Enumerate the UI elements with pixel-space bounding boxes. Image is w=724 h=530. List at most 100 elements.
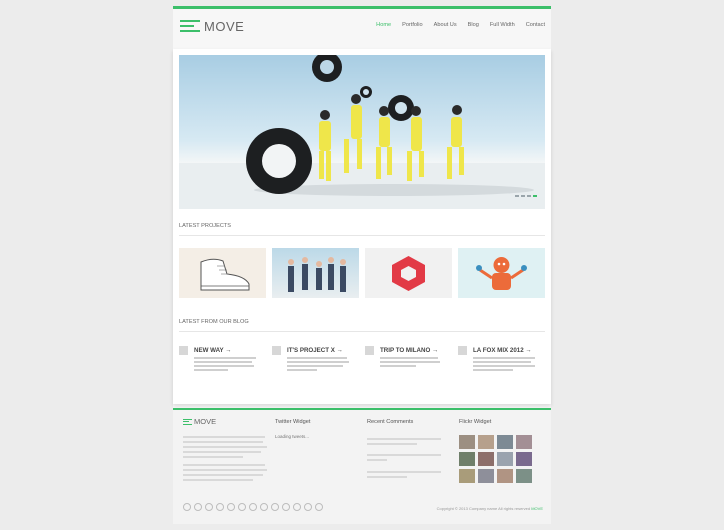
footer-logo-text: MOVE [194, 417, 217, 426]
post-title-link[interactable]: LA FOX MIX 2012 → [473, 347, 532, 354]
project-thumb-boot[interactable] [179, 248, 266, 298]
social-icon[interactable] [304, 503, 312, 511]
latest-blog-title: LATEST FROM OUR BLOG [179, 319, 249, 325]
site-footer: MOVE Twitter Widget Loading tweets... Re… [173, 408, 551, 524]
flickr-photo[interactable] [459, 469, 475, 483]
social-icon[interactable] [183, 503, 191, 511]
post-title-link[interactable]: TRIP TO MILANO → [380, 347, 438, 354]
comment-item[interactable] [367, 476, 407, 478]
divider [179, 331, 545, 332]
project-thumb-people[interactable] [272, 248, 359, 298]
nav-full-width[interactable]: Full Width [490, 22, 515, 28]
social-icon[interactable] [216, 503, 224, 511]
copyright-text: Copyright © 2013 Company name All rights… [437, 506, 543, 511]
nav-blog[interactable]: Blog [468, 22, 479, 28]
social-icon[interactable] [293, 503, 301, 511]
blog-post: TRIP TO MILANO → [365, 344, 458, 384]
about-text-line [183, 441, 263, 443]
post-excerpt [473, 357, 535, 359]
social-icon[interactable] [282, 503, 290, 511]
slider-dots [515, 195, 537, 197]
about-text-line [183, 464, 265, 466]
page-container: MOVE Home Portfolio About Us Blog Full W… [173, 6, 551, 524]
blog-posts: NEW WAY → IT'S PROJECT X → TRIP TO MILAN… [179, 344, 551, 384]
flickr-photo[interactable] [516, 435, 532, 449]
post-excerpt [380, 357, 438, 359]
social-icon[interactable] [227, 503, 235, 511]
post-excerpt [473, 361, 531, 363]
main-nav: Home Portfolio About Us Blog Full Width … [376, 22, 545, 28]
social-icons [183, 503, 323, 511]
post-excerpt [194, 365, 254, 367]
post-excerpt [287, 361, 349, 363]
slider-dot[interactable] [521, 195, 525, 197]
flickr-photo-grid [459, 435, 539, 483]
comment-item[interactable] [367, 454, 441, 456]
nav-contact[interactable]: Contact [526, 22, 545, 28]
slider-dot[interactable] [527, 195, 531, 197]
social-icon[interactable] [205, 503, 213, 511]
flickr-photo[interactable] [497, 435, 513, 449]
flickr-photo[interactable] [497, 469, 513, 483]
logo-lines-icon [180, 20, 200, 32]
footer-logo[interactable]: MOVE [183, 417, 216, 426]
copyright-prefix: Copyright © 2013 Company name All rights… [436, 506, 531, 511]
flickr-photo[interactable] [459, 452, 475, 466]
social-icon[interactable] [315, 503, 323, 511]
social-icon[interactable] [194, 503, 202, 511]
post-excerpt [473, 369, 513, 371]
social-icon[interactable] [260, 503, 268, 511]
divider [179, 235, 545, 236]
flickr-photo[interactable] [516, 452, 532, 466]
flickr-photo[interactable] [478, 452, 494, 466]
about-text-line [183, 474, 263, 476]
comment-item[interactable] [367, 443, 417, 445]
blog-post: IT'S PROJECT X → [272, 344, 365, 384]
post-title-link[interactable]: IT'S PROJECT X → [287, 347, 343, 354]
recent-comments-title: Recent Comments [367, 419, 414, 425]
document-icon [272, 346, 281, 355]
flickr-photo[interactable] [478, 469, 494, 483]
flickr-photo[interactable] [516, 469, 532, 483]
post-excerpt [287, 357, 347, 359]
project-thumb-hexagon[interactable] [365, 248, 452, 298]
post-excerpt [194, 361, 252, 363]
document-icon [179, 346, 188, 355]
hero-slider[interactable] [179, 55, 545, 209]
slider-dot-active[interactable] [533, 195, 537, 197]
flickr-widget-title: Flickr Widget [459, 419, 492, 425]
nav-home[interactable]: Home [376, 22, 391, 28]
robot-illustration [476, 257, 527, 290]
site-logo[interactable]: MOVE [180, 17, 244, 35]
flickr-photo[interactable] [459, 435, 475, 449]
twitter-loading-text: Loading tweets... [275, 434, 310, 439]
social-icon[interactable] [238, 503, 246, 511]
comment-item[interactable] [367, 438, 441, 440]
flickr-photo[interactable] [497, 452, 513, 466]
social-icon[interactable] [271, 503, 279, 511]
flickr-photo[interactable] [478, 435, 494, 449]
about-text-line [183, 446, 267, 448]
social-icon[interactable] [249, 503, 257, 511]
nav-about-us[interactable]: About Us [434, 22, 457, 28]
copyright-brand-link[interactable]: MOVE [531, 506, 543, 511]
post-title-link[interactable]: NEW WAY → [194, 347, 231, 354]
twitter-widget-title: Twitter Widget [275, 419, 311, 425]
logo-text: MOVE [204, 18, 245, 34]
post-excerpt [287, 365, 343, 367]
about-text-line [183, 451, 261, 453]
slider-dot[interactable] [515, 195, 519, 197]
accent-top-bar [173, 6, 551, 9]
logo-lines-icon [183, 418, 192, 425]
project-thumb-robot[interactable] [458, 248, 545, 298]
comment-item[interactable] [367, 471, 441, 473]
post-excerpt [194, 369, 228, 371]
document-icon [365, 346, 374, 355]
post-excerpt [473, 365, 535, 367]
comment-item[interactable] [367, 459, 387, 461]
latest-projects-title: LATEST PROJECTS [179, 223, 232, 229]
nav-portfolio[interactable]: Portfolio [402, 22, 423, 28]
blog-post: NEW WAY → [179, 344, 272, 384]
about-text-line [183, 469, 267, 471]
post-excerpt [194, 357, 256, 359]
